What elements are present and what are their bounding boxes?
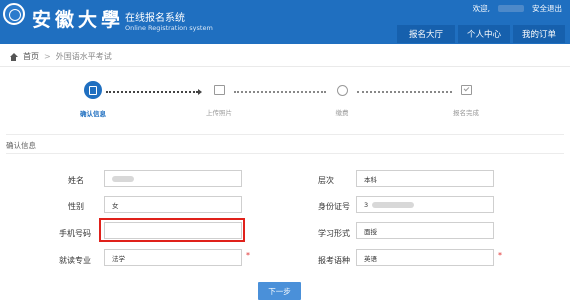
logout-link[interactable]: 安全退出 bbox=[532, 3, 562, 14]
id-number-value: 3 bbox=[364, 200, 369, 209]
required-mark: * bbox=[498, 251, 502, 260]
level-field[interactable]: 本科 bbox=[356, 170, 494, 187]
breadcrumb: 首页 > 外国语水平考试 bbox=[9, 51, 112, 62]
home-icon bbox=[9, 52, 18, 61]
gender-label: 性别 bbox=[68, 202, 84, 211]
university-logo bbox=[3, 3, 25, 25]
phone-highlight-box bbox=[99, 218, 245, 242]
step-label: 上传照片 bbox=[206, 109, 232, 117]
step-upload-photo: 上传照片 bbox=[189, 82, 249, 117]
required-mark: * bbox=[246, 251, 250, 260]
step-payment: 缴费 bbox=[312, 82, 372, 117]
study-mode-field[interactable]: 面授 bbox=[356, 222, 494, 239]
user-name-redacted bbox=[498, 4, 524, 12]
redacted-value bbox=[112, 175, 134, 182]
phone-label: 手机号码 bbox=[59, 229, 91, 238]
image-icon bbox=[211, 82, 227, 98]
exam-language-field[interactable]: 英语 bbox=[356, 249, 494, 266]
id-number-field[interactable]: 3 bbox=[356, 196, 494, 213]
step-complete: 报名完成 bbox=[436, 82, 496, 117]
school-name: 安徽大學 bbox=[32, 9, 125, 31]
breadcrumb-current: 外国语水平考试 bbox=[55, 52, 112, 61]
step-label: 报名完成 bbox=[453, 109, 479, 117]
divider bbox=[6, 153, 564, 154]
name-label: 姓名 bbox=[68, 176, 84, 185]
id-number-label: 身份证号 bbox=[318, 202, 350, 211]
nav-personal-center[interactable]: 个人中心 bbox=[457, 25, 510, 43]
redacted-value bbox=[372, 201, 415, 208]
step-confirm-info: 确认信息 bbox=[63, 81, 123, 118]
money-icon bbox=[334, 82, 350, 98]
breadcrumb-separator: > bbox=[44, 52, 51, 61]
main-nav: 报名大厅 个人中心 我的订单 bbox=[396, 25, 565, 43]
nav-my-orders[interactable]: 我的订单 bbox=[512, 25, 565, 43]
system-subtitle: Online Registration system bbox=[125, 24, 213, 32]
user-bar: 欢迎, 安全退出 bbox=[473, 2, 562, 14]
divider bbox=[6, 134, 564, 135]
form-icon bbox=[84, 81, 102, 99]
major-field[interactable]: 法学 bbox=[104, 249, 242, 266]
next-step-button[interactable]: 下一步 bbox=[258, 282, 301, 300]
nav-registration-hall[interactable]: 报名大厅 bbox=[396, 25, 455, 43]
breadcrumb-home[interactable]: 首页 bbox=[23, 51, 39, 62]
system-title: 在线报名系统 bbox=[125, 13, 185, 24]
divider bbox=[0, 66, 570, 67]
step-connector bbox=[106, 91, 198, 93]
exam-language-label: 报考语种 bbox=[318, 256, 350, 265]
section-title: 确认信息 bbox=[6, 141, 36, 150]
checklist-icon bbox=[458, 82, 474, 98]
header: 安徽大學 在线报名系统 Online Registration system 欢… bbox=[0, 0, 570, 44]
major-label: 就读专业 bbox=[59, 256, 91, 265]
welcome-text: 欢迎, bbox=[472, 3, 490, 13]
study-mode-label: 学习形式 bbox=[318, 229, 350, 238]
step-label: 确认信息 bbox=[80, 110, 106, 118]
name-field[interactable] bbox=[104, 170, 242, 187]
step-label: 缴费 bbox=[335, 109, 349, 117]
gender-field[interactable]: 女 bbox=[104, 196, 242, 213]
progress-steps: 确认信息 上传照片 缴费 报名完成 bbox=[0, 81, 570, 127]
level-label: 层次 bbox=[318, 176, 334, 185]
